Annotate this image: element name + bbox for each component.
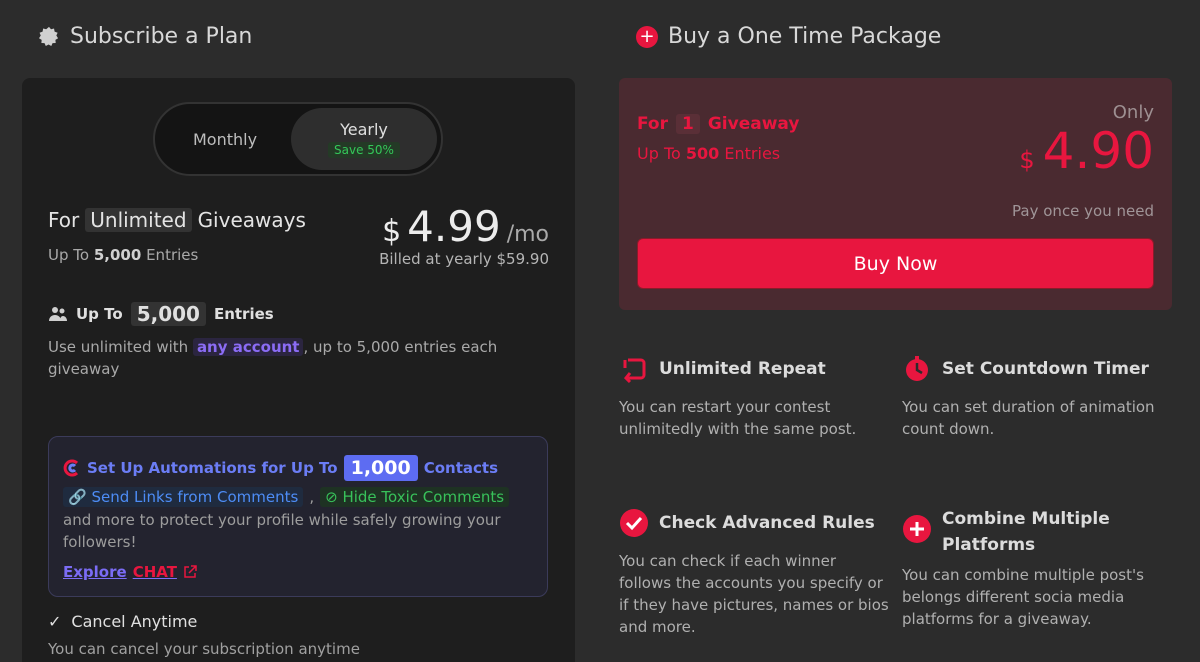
check-icon: ✓ [48,612,62,631]
automation-title-suffix: Contacts [423,459,498,477]
automation-features: 🔗 Send Links from Comments , ⊘ Hide Toxi… [63,487,510,507]
rules-desc: You can check if each winner follows the… [619,552,889,636]
subscribe-section-title: Subscribe a Plan [38,24,252,49]
ot-price-currency: $ [1019,146,1035,174]
monthly-label: Monthly [192,129,258,149]
timer-title: Set Countdown Timer [942,359,1149,379]
hidden-eye-icon: ⊘ [325,488,338,506]
entries-feature-suffix: Entries [213,305,274,323]
users-icon [49,307,67,321]
cancel-title-text: Cancel Anytime [71,612,198,631]
ot-entries-suffix: Entries [724,144,781,163]
onetime-price: $ 4.90 [1019,122,1154,180]
plan-entries-limit: Up To 5,000 Entries [48,246,198,264]
check-circle-icon [620,509,648,537]
automation-promo-box: Set Up Automations for Up To 1,000 Conta… [48,436,548,597]
automation-title: Set Up Automations for Up To 1,000 Conta… [63,455,498,481]
entries-feature-value: 5,000 [130,302,206,326]
entries-feature-desc: Use unlimited with any account, up to 5,… [48,336,528,380]
send-links-chip: 🔗 Send Links from Comments [63,487,304,507]
badge-icon [39,26,59,46]
price-period: /mo [506,222,549,247]
cancel-anytime-title: ✓ Cancel Anytime [48,612,197,631]
onetime-entries-limit: Up To 500 Entries [637,144,780,163]
billing-period-toggle: Monthly Yearly Save 50% [153,102,443,176]
feature-combine-platforms: Combine Multiple Platforms You can combi… [902,506,1172,630]
automation-title-prefix: Set Up Automations for Up To [87,459,338,477]
price-amount: 4.99 [407,202,501,251]
plan-for-suffix: Giveaways [197,208,306,232]
feature-countdown-timer: Set Countdown Timer You can set duration… [902,354,1172,440]
chat-logo-icon [63,459,79,477]
plus-circle-icon: + [636,25,658,48]
subscription-plan-card: Monthly Yearly Save 50% For Unlimited Gi… [22,78,575,662]
plus-circle-icon [903,515,931,543]
repeat-title: Unlimited Repeat [659,359,826,379]
plan-heading: For Unlimited Giveaways [48,208,306,232]
onetime-package-card: For 1 Giveaway Up To 500 Entries Only $ … [619,78,1172,310]
ot-entries-prefix: Up To [637,144,681,163]
plan-price: $ 4.99 /mo [382,202,549,251]
external-link-icon [184,565,197,578]
send-links-label: Send Links from Comments [91,488,299,506]
ot-price-amount: 4.90 [1042,122,1154,180]
link-icon: 🔗 [68,488,87,506]
plan-entries-suffix: Entries [146,246,199,264]
automation-title-value: 1,000 [343,455,418,481]
rules-title: Check Advanced Rules [659,513,875,533]
plan-for-prefix: For [48,208,80,232]
feature-unlimited-repeat: Unlimited Repeat You can restart your co… [619,354,889,440]
toggle-yearly[interactable]: Yearly Save 50% [291,108,437,170]
buy-now-button[interactable]: Buy Now [637,238,1154,289]
ot-for-value: 1 [676,114,700,134]
plan-entries-prefix: Up To [48,246,90,264]
automation-desc: and more to protect your profile while s… [63,511,501,551]
explore-prefix: Explore [63,563,127,581]
price-currency: $ [382,214,402,249]
onetime-title-text: Buy a One Time Package [668,24,942,49]
hide-toxic-label: Hide Toxic Comments [342,488,505,506]
entries-feature-prefix: Up To [76,305,123,323]
entries-feature-title: Up To 5,000 Entries [48,302,274,326]
combine-desc: You can combine multiple post's belongs … [902,566,1144,628]
plan-entries-value: 5,000 [93,246,142,264]
explore-chat-text: CHAT [132,563,177,581]
plan-for-highlight: Unlimited [85,208,192,232]
ot-for-suffix: Giveaway [707,114,800,134]
toggle-monthly[interactable]: Monthly [155,104,295,174]
billed-note: Billed at yearly $59.90 [379,250,549,268]
combine-title: Combine Multiple Platforms [942,509,1110,555]
subscribe-title-text: Subscribe a Plan [70,24,253,49]
repeat-icon [623,358,646,384]
hide-toxic-chip: ⊘ Hide Toxic Comments [320,487,510,507]
any-account-highlight: any account [192,338,304,356]
repeat-desc: You can restart your contest unlimitedly… [619,398,857,438]
cancel-anytime-desc: You can cancel your subscription anytime [48,640,360,658]
save-badge: Save 50% [328,142,400,158]
yearly-label: Yearly [340,120,388,139]
feature-advanced-rules: Check Advanced Rules You can check if ea… [619,508,889,638]
entries-desc-prefix: Use unlimited with [48,338,189,356]
pay-once-note: Pay once you need [1012,202,1154,220]
onetime-heading: For 1 Giveaway [637,114,799,134]
chip-separator: , [309,488,315,506]
onetime-only-label: Only [1112,102,1154,123]
ot-entries-value: 500 [685,144,720,163]
onetime-section-title: + Buy a One Time Package [636,24,941,49]
timer-desc: You can set duration of animation count … [902,398,1155,438]
ot-for-prefix: For [637,114,668,134]
timer-icon [906,356,928,381]
explore-chat-link[interactable]: Explore CHAT [63,563,197,581]
